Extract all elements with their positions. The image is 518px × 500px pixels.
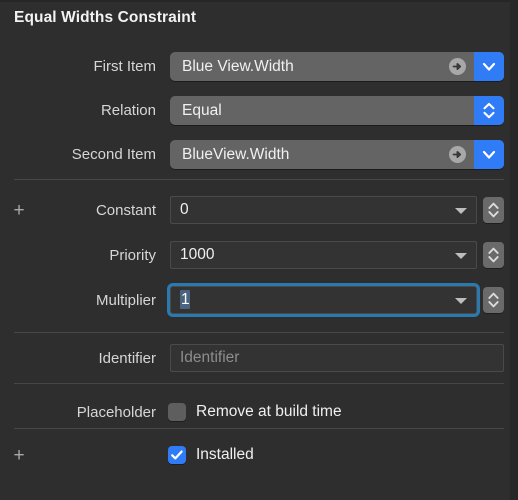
triangle-down-icon[interactable] (455, 253, 467, 259)
separator-2 (14, 332, 504, 333)
row-second-item: Second Item BlueView.Width (0, 140, 518, 170)
row-constant: + Constant 0 (0, 196, 518, 226)
stepper-up-down-icon (488, 292, 499, 308)
multiplier-value-wrap: 1 (180, 287, 190, 313)
relation-value: Equal (182, 102, 222, 119)
stepper-up-down-icon (488, 247, 499, 263)
multiplier-value[interactable]: 1 (180, 290, 190, 309)
constant-combo-box[interactable]: 0 (170, 196, 477, 224)
first-item-dropdown-cap[interactable] (474, 52, 504, 81)
row-first-item: First Item Blue View.Width (0, 52, 518, 82)
page-title: Equal Widths Constraint (14, 9, 197, 26)
identifier-input[interactable]: Identifier (170, 344, 504, 372)
separator-4 (14, 428, 504, 429)
first-item-label: First Item (93, 58, 157, 75)
row-installed: + Installed (0, 444, 518, 474)
checkmark-icon (171, 450, 183, 460)
chevron-down-icon (482, 150, 496, 159)
remove-at-build-time-label[interactable]: Remove at build time (196, 403, 342, 421)
installed-checkbox[interactable] (168, 446, 186, 464)
priority-stepper[interactable] (483, 242, 504, 268)
constant-label: Constant (95, 202, 156, 219)
priority-value: 1000 (180, 246, 215, 263)
triangle-down-icon[interactable] (455, 208, 467, 214)
installed-label[interactable]: Installed (196, 446, 254, 464)
relation-label: Relation (100, 102, 156, 119)
row-priority: Priority 1000 (0, 241, 518, 271)
first-item-popup-button[interactable]: Blue View.Width (170, 52, 504, 81)
priority-combo-box[interactable]: 1000 (170, 241, 477, 269)
placeholder-label: Placeholder (76, 404, 156, 421)
arrow-right-circle-icon[interactable] (449, 146, 466, 163)
separator-1 (14, 179, 504, 180)
row-relation: Relation Equal (0, 96, 518, 126)
arrow-right-circle-icon[interactable] (449, 58, 466, 75)
multiplier-label: Multiplier (95, 292, 156, 309)
row-identifier: Identifier Identifier (0, 344, 518, 374)
constraint-attributes-inspector: Equal Widths Constraint First Item Blue … (0, 0, 518, 500)
row-multiplier: Multiplier 1 (0, 286, 518, 316)
remove-at-build-time-checkbox[interactable] (168, 403, 186, 421)
constant-value: 0 (180, 201, 189, 218)
second-item-dropdown-cap[interactable] (474, 140, 504, 169)
multiplier-combo-box[interactable]: 1 (170, 286, 477, 314)
stepper-up-down-icon (488, 202, 499, 218)
relation-popup-button[interactable]: Equal (170, 96, 504, 125)
separator-3 (14, 383, 504, 384)
second-item-popup-button[interactable]: BlueView.Width (170, 140, 504, 169)
second-item-value: BlueView.Width (182, 146, 290, 163)
constant-stepper[interactable] (483, 197, 504, 223)
multiplier-stepper[interactable] (483, 287, 504, 313)
identifier-placeholder: Identifier (180, 349, 240, 366)
second-item-label: Second Item (71, 146, 156, 163)
priority-label: Priority (109, 247, 156, 264)
panel-top-edge (0, 0, 518, 2)
row-placeholder: Placeholder Remove at build time (0, 398, 518, 428)
triangle-down-icon[interactable] (455, 298, 467, 304)
plus-icon[interactable]: + (11, 446, 27, 465)
identifier-label: Identifier (98, 350, 156, 367)
relation-dropdown-cap[interactable] (474, 96, 504, 125)
chevron-down-icon (482, 62, 496, 71)
first-item-value: Blue View.Width (182, 58, 294, 75)
chevron-up-down-icon (483, 102, 495, 119)
